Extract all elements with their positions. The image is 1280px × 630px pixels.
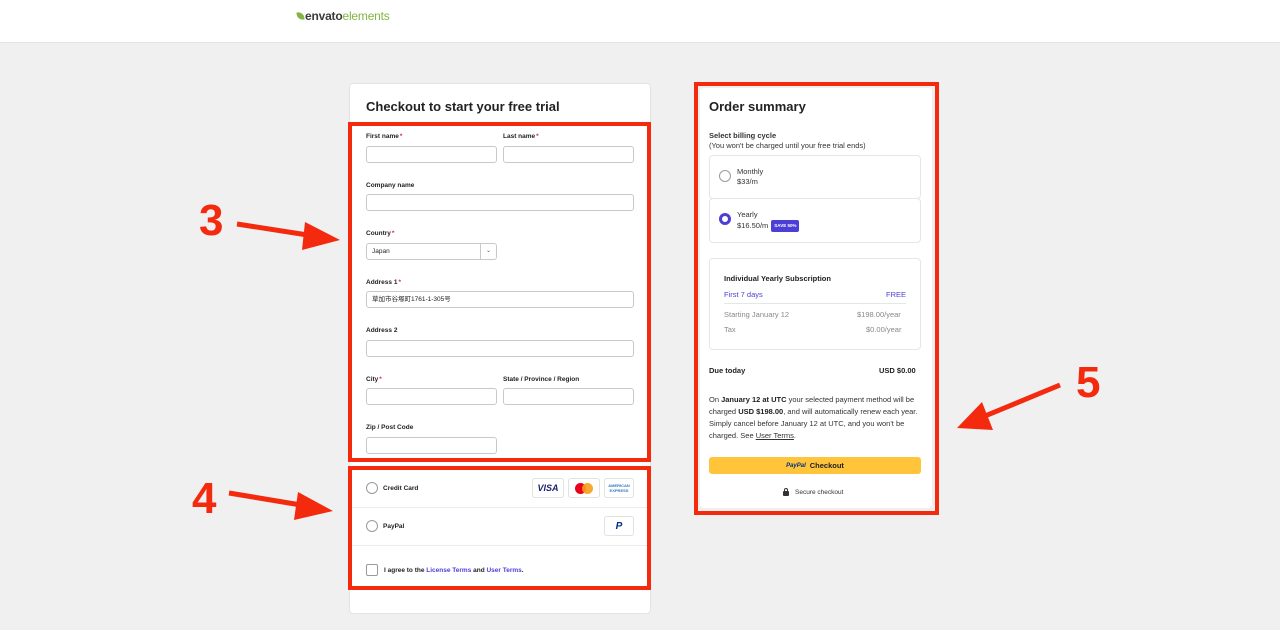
arrow-3 <box>236 221 340 250</box>
arrow-4 <box>228 490 333 520</box>
arrow-5 <box>957 382 1061 430</box>
annotation-arrows <box>228 221 1061 520</box>
